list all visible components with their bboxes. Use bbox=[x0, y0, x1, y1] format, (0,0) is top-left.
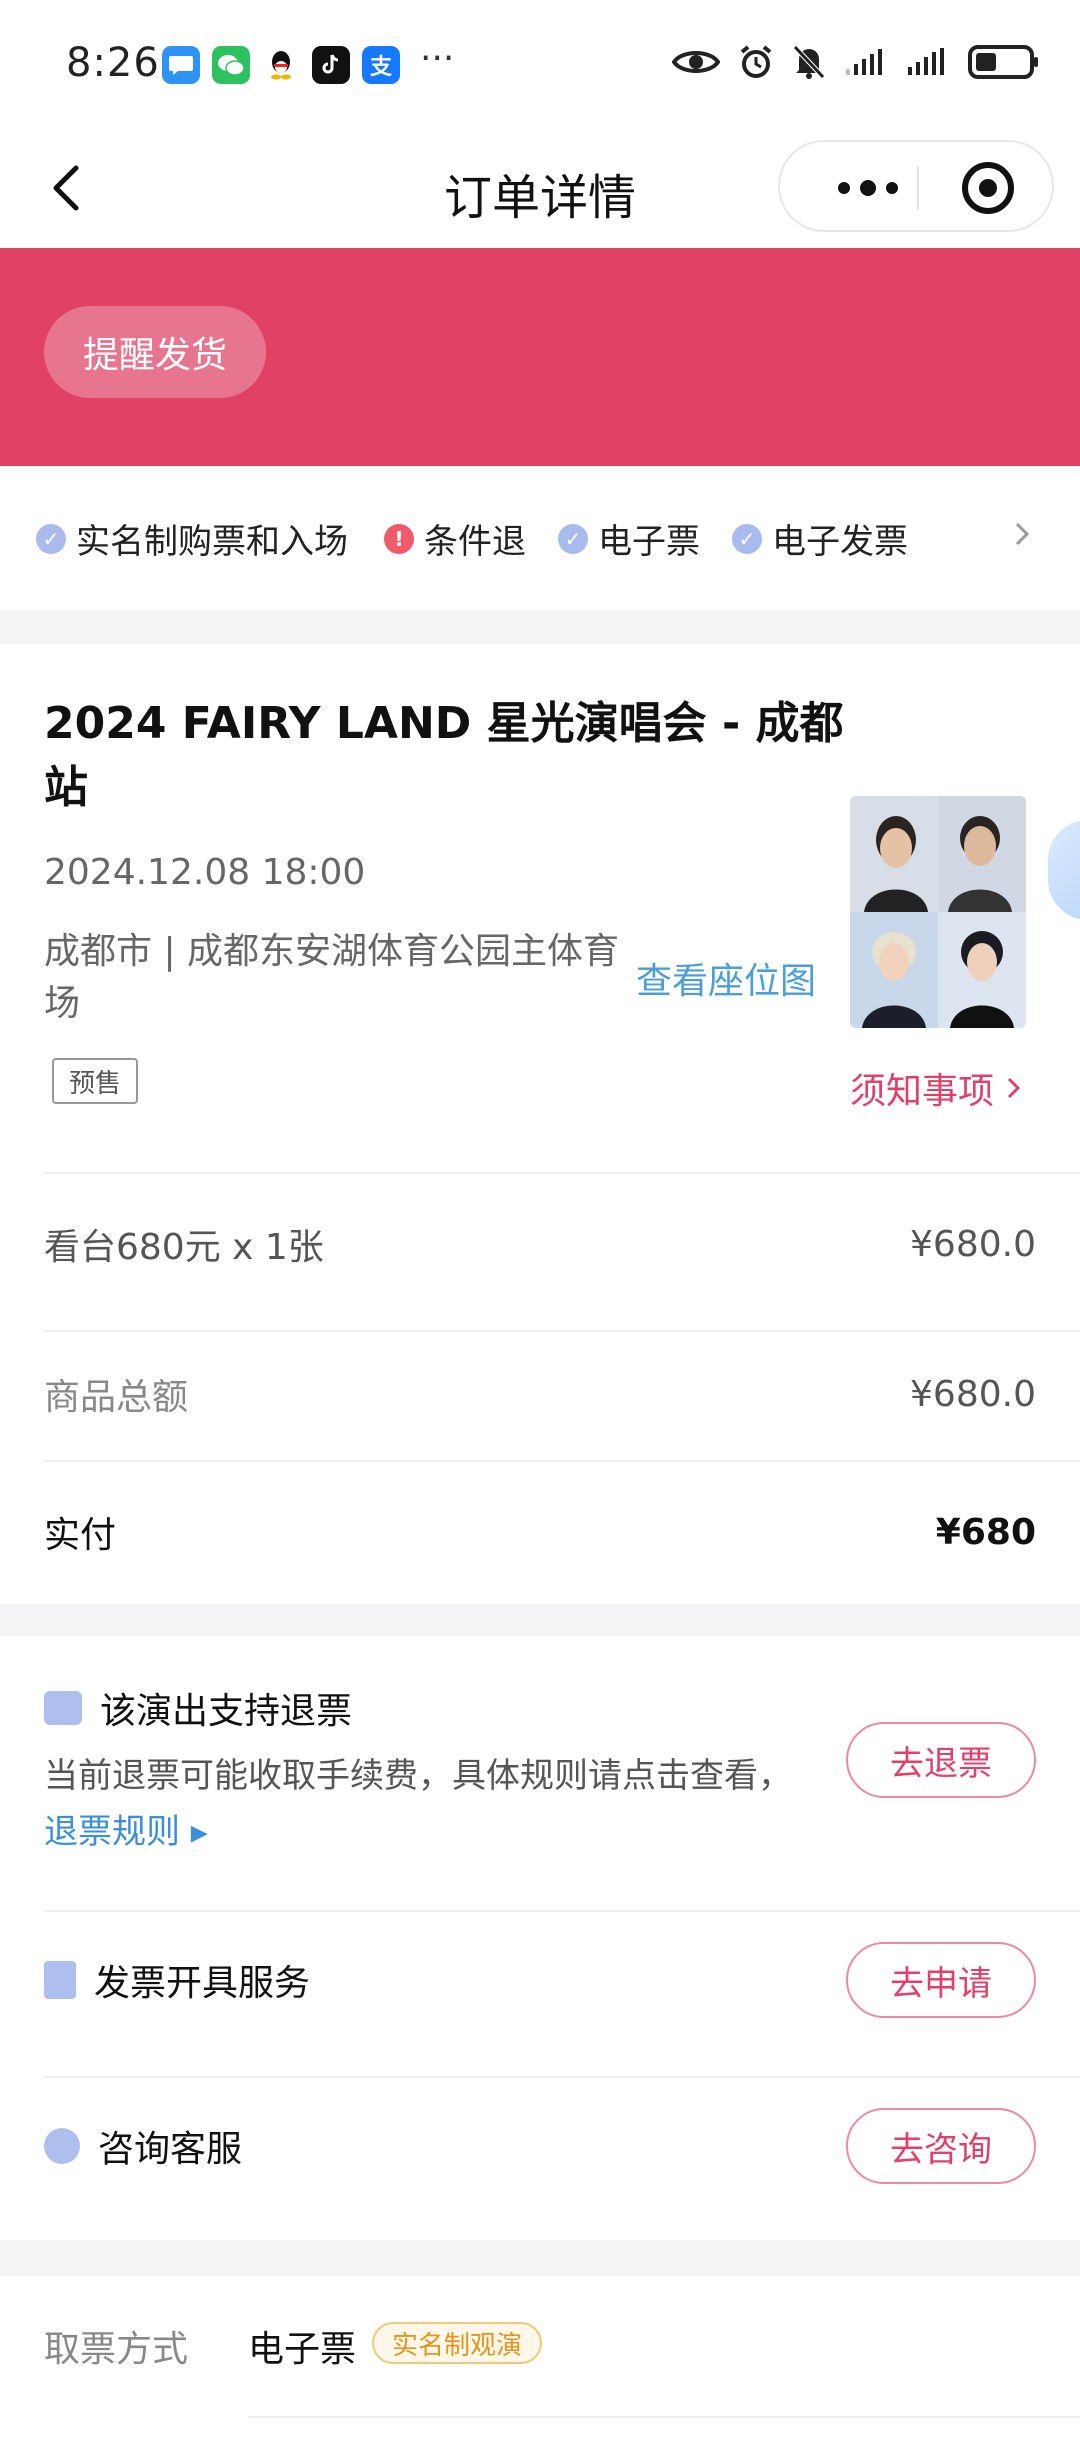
event-order-card: 2024 FAIRY LAND 星光演唱会 - 成都站 2024.12.08 1… bbox=[0, 644, 1080, 1604]
battery-icon bbox=[968, 45, 1038, 79]
paid-label: 实付 bbox=[44, 1515, 117, 1556]
divider bbox=[44, 1910, 1080, 1912]
miniprogram-capsule bbox=[778, 140, 1054, 232]
tag-real-name: ✓ 实名制购票和入场 bbox=[36, 514, 348, 563]
warning-icon: ! bbox=[384, 523, 414, 554]
divider bbox=[44, 2076, 1080, 2078]
order-total-value: ¥680.0 bbox=[910, 1373, 1036, 1415]
wechat-icon bbox=[212, 46, 250, 84]
poster-portrait bbox=[938, 796, 1026, 912]
refund-rules-link[interactable]: 退票规则 ▸ bbox=[44, 1812, 208, 1852]
invoice-service: 发票开具服务 去申请 bbox=[44, 1942, 1036, 2018]
qq-icon bbox=[262, 46, 300, 84]
chat-bubble-icon bbox=[44, 2128, 80, 2164]
ticket-method-value: 电子票 bbox=[248, 2329, 357, 2370]
order-total-label: 商品总额 bbox=[44, 1377, 189, 1418]
eye-icon bbox=[672, 51, 720, 73]
check-icon: ✓ bbox=[732, 523, 762, 554]
divider bbox=[44, 1330, 1080, 1332]
notice-link[interactable]: 须知事项 bbox=[850, 1062, 1024, 1114]
divider bbox=[44, 1460, 1080, 1462]
alarm-icon bbox=[740, 45, 772, 78]
close-miniprogram-icon[interactable] bbox=[962, 162, 1014, 214]
check-icon: ✓ bbox=[36, 523, 66, 554]
alipay-icon: 支 bbox=[362, 46, 400, 84]
presale-badge: 预售 bbox=[52, 1058, 138, 1104]
chevron-right-icon[interactable] bbox=[1008, 520, 1036, 548]
messages-icon bbox=[162, 46, 200, 84]
tiktok-icon bbox=[312, 46, 350, 84]
real-name-badge: 实名制观演 bbox=[372, 2322, 543, 2364]
more-dot-icon bbox=[886, 182, 898, 194]
paid-amount-row: 实付 ¥680 bbox=[44, 1506, 1036, 1558]
nav-bar: 订单详情 bbox=[0, 130, 1080, 248]
alipay-glyph: 支 bbox=[369, 55, 392, 80]
remind-ship-button[interactable]: 提醒发货 bbox=[44, 306, 266, 398]
capsule-divider bbox=[917, 166, 919, 210]
divider bbox=[44, 1172, 1080, 1174]
invoice-title: 发票开具服务 bbox=[94, 1963, 311, 2004]
refund-desc-text: 当前退票可能收取手续费，具体规则请点击查看， bbox=[44, 1756, 792, 1796]
chevron-right-icon bbox=[1007, 1077, 1021, 1099]
order-item-label: 看台680元 x 1张 bbox=[44, 1227, 324, 1268]
refund-button[interactable]: 去退票 bbox=[846, 1722, 1036, 1798]
poster-portrait bbox=[850, 912, 938, 1028]
event-poster-image[interactable] bbox=[850, 796, 1026, 1028]
order-item-row: 看台680元 x 1张 ¥680.0 bbox=[44, 1218, 1036, 1270]
tag-label: 条件退 bbox=[424, 522, 526, 562]
event-datetime: 2024.12.08 18:00 bbox=[44, 852, 366, 893]
status-time: 8:26 bbox=[66, 40, 160, 86]
more-menu-button[interactable] bbox=[818, 170, 918, 206]
service-tags-row[interactable]: ✓ 实名制购票和入场 ! 条件退 ✓ 电子票 ✓ 电子发票 bbox=[0, 466, 1080, 610]
poster-portrait bbox=[938, 912, 1026, 1028]
seat-map-link[interactable]: 查看座位图 bbox=[636, 952, 816, 1004]
event-venue: 成都市 | 成都东安湖体育公园主体育场 bbox=[44, 931, 620, 1024]
status-right-icons bbox=[672, 44, 1040, 80]
refund-rules-label: 退票规则 bbox=[44, 1812, 180, 1852]
tag-e-ticket: ✓ 电子票 bbox=[558, 514, 700, 563]
refund-desc: 当前退票可能收取手续费，具体规则请点击查看， 退票规则 ▸ bbox=[44, 1748, 804, 1860]
refund-title: 该演出支持退票 bbox=[100, 1691, 353, 1732]
more-dot-icon bbox=[860, 180, 876, 196]
order-status-header: 提醒发货 bbox=[0, 248, 1080, 466]
ticket-icon bbox=[44, 1691, 82, 1725]
tag-conditional-refund: ! 条件退 bbox=[384, 514, 526, 563]
services-card: 该演出支持退票 当前退票可能收取手续费，具体规则请点击查看， 退票规则 ▸ 去退票… bbox=[0, 1636, 1080, 2240]
tag-label: 电子票 bbox=[598, 522, 700, 562]
mute-bell-icon bbox=[793, 45, 825, 79]
invoice-icon bbox=[44, 1961, 76, 1999]
event-title: 2024 FAIRY LAND 星光演唱会 - 成都站 bbox=[44, 698, 844, 813]
ticket-method-label: 取票方式 bbox=[44, 2329, 189, 2370]
status-app-icons: 支 bbox=[162, 46, 400, 84]
tag-e-invoice: ✓ 电子发票 bbox=[732, 514, 908, 563]
paid-value: ¥680 bbox=[935, 1511, 1036, 1553]
notice-label: 须知事项 bbox=[850, 1071, 995, 1112]
signal-2-icon bbox=[908, 48, 944, 75]
refund-service: 该演出支持退票 当前退票可能收取手续费，具体规则请点击查看， 退票规则 ▸ 去退票 bbox=[44, 1682, 1036, 1860]
tag-label: 实名制购票和入场 bbox=[76, 522, 348, 562]
order-total-row: 商品总额 ¥680.0 bbox=[44, 1368, 1036, 1420]
tag-label: 电子发票 bbox=[772, 522, 908, 562]
customer-service: 咨询客服 去咨询 bbox=[44, 2108, 1036, 2184]
more-dot-icon bbox=[838, 182, 850, 194]
divider bbox=[248, 2416, 1080, 2418]
invoice-apply-button[interactable]: 去申请 bbox=[846, 1942, 1036, 2018]
order-item-price: ¥680.0 bbox=[910, 1223, 1036, 1265]
poster-portrait bbox=[850, 796, 938, 912]
status-bar: 8:26 支 ··· bbox=[0, 0, 1080, 130]
status-more-dots: ··· bbox=[420, 38, 455, 79]
ticket-method-card: 取票方式 电子票 实名制观演 bbox=[0, 2276, 1080, 2437]
support-consult-button[interactable]: 去咨询 bbox=[846, 2108, 1036, 2184]
check-icon: ✓ bbox=[558, 523, 588, 554]
support-title: 咨询客服 bbox=[98, 2129, 243, 2170]
signal-1-icon bbox=[846, 49, 882, 75]
